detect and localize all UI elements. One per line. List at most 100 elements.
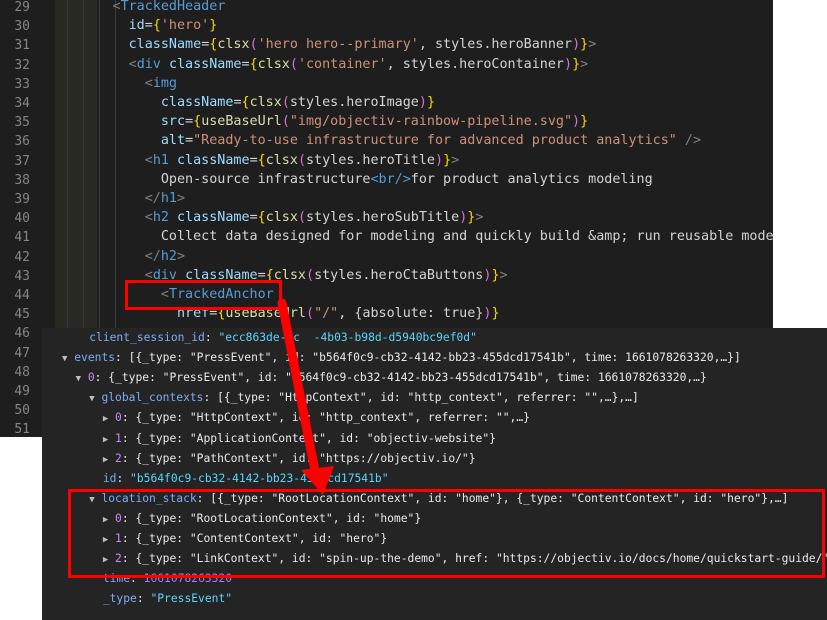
line-number: 36 — [14, 134, 30, 150]
property-value: {_type: "ApplicationContext", id: "objec… — [135, 431, 496, 445]
code-token-ref: styles.heroBanner — [435, 37, 573, 53]
code-token-pre — [48, 191, 145, 206]
code-token-attr: className — [160, 95, 234, 110]
line-number: 46 — [14, 326, 30, 342]
code-token-fn: clsx — [249, 95, 282, 110]
code-token-pre — [48, 210, 145, 225]
property-separator: : — [136, 592, 151, 606]
property-value: "PressEvent" — [150, 592, 233, 606]
tree-node-expandable[interactable]: ▼ 0: {_type: "PressEvent", id: "b564f0c9… — [62, 368, 707, 388]
code-token-tag: h2 — [152, 210, 169, 226]
expand-triangle-icon[interactable]: ▶ — [103, 435, 108, 445]
property-key: global_contexts — [101, 391, 204, 405]
code-token-rb: } — [443, 152, 452, 168]
code-token-lb: { — [257, 152, 266, 168]
code-token-eq: = — [249, 152, 258, 168]
expand-triangle-icon[interactable]: ▶ — [103, 455, 108, 465]
collapse-triangle-icon[interactable]: ▼ — [89, 394, 94, 404]
code-token-comma: , — [386, 56, 403, 72]
code-token-close: > — [451, 152, 460, 168]
property-key: 2 — [115, 451, 122, 465]
code-token-pre — [48, 57, 129, 72]
code-token-p1: ( — [306, 267, 315, 283]
tree-node-expandable[interactable]: ▼ events: [{_type: "PressEvent", id: "b5… — [62, 348, 741, 368]
property-value: "ecc863de-9c -4b03-b98d-d5940bc9ef0d" — [218, 331, 477, 344]
code-line[interactable]: className={clsx(styles.heroImage)} — [48, 93, 435, 112]
code-token-p1: ( — [281, 95, 290, 110]
code-line[interactable]: <img — [48, 74, 177, 93]
code-token-pre — [48, 249, 145, 264]
code-line[interactable]: alt="Ready-to-use infrastructure for adv… — [48, 131, 701, 150]
code-token-tag-open: < — [144, 75, 153, 91]
code-line[interactable]: src={useBaseUrl("img/objectiv-rainbow-pi… — [48, 112, 588, 131]
property-key: _type — [102, 592, 137, 606]
code-token-tag: h1 — [160, 191, 177, 206]
line-number: 29 — [14, 0, 30, 15]
code-token-eq: = — [249, 210, 258, 226]
code-token-rb: } — [491, 267, 500, 283]
code-token-ref: styles.heroCtaButtons — [314, 267, 484, 283]
property-separator: : — [115, 351, 129, 365]
property-value: "b564f0c9-cb32-4142-bb23-455dcd17541b" — [130, 471, 389, 485]
code-token-attr: className — [128, 37, 202, 53]
code-line[interactable]: </h2> — [48, 247, 185, 266]
code-line[interactable]: Collect data designed for modeling and q… — [48, 227, 773, 246]
collapse-triangle-icon[interactable]: ▼ — [62, 354, 67, 364]
code-line[interactable]: </h1> — [48, 189, 185, 208]
code-token-str: "/" — [314, 306, 339, 322]
code-token-p2: ) — [564, 56, 573, 72]
expand-triangle-icon[interactable]: ▶ — [103, 414, 108, 424]
property-value: {_type: "HttpContext", id: "http_context… — [135, 411, 530, 425]
tracked-anchor-highlight-box — [125, 280, 282, 310]
code-token-pre — [48, 114, 161, 129]
line-number: 43 — [14, 268, 30, 284]
tree-node-leaf[interactable]: _type: "PressEvent" — [62, 589, 232, 609]
code-token-close: > — [588, 37, 597, 53]
line-number: 38 — [14, 172, 30, 188]
code-line[interactable]: <h1 className={clsx(styles.heroTitle)}> — [48, 151, 459, 170]
code-token-close: > — [475, 210, 484, 226]
code-token-p1: ( — [249, 37, 258, 53]
code-token-text: Collect data designed for modeling and q… — [160, 229, 773, 245]
line-number: 34 — [14, 96, 30, 111]
location-stack-highlight-box — [68, 489, 825, 578]
property-separator: : — [116, 471, 131, 485]
code-token-pre — [48, 37, 129, 52]
line-number: 32 — [14, 57, 30, 73]
line-number: 50 — [14, 403, 30, 419]
code-token-eq: = — [241, 56, 250, 72]
code-line[interactable]: id={'hero'} — [48, 16, 218, 35]
code-token-str: "Ready-to-use infrastructure for advance… — [193, 133, 677, 149]
tree-node-expandable[interactable]: ▶ 1: {_type: "ApplicationContext", id: "… — [62, 429, 496, 449]
code-token-rb: } — [209, 18, 218, 34]
code-token-eq: = — [144, 18, 153, 34]
code-line[interactable]: Open-source infrastructure<br/>for produ… — [48, 170, 653, 189]
tree-node-expandable[interactable]: ▼ global_contexts: [{_type: "HttpContext… — [62, 388, 639, 408]
code-token-ref: styles.heroContainer — [402, 56, 564, 72]
property-key: 0 — [87, 371, 95, 385]
tree-node-expandable[interactable]: ▶ 0: {_type: "HttpContext", id: "http_co… — [62, 408, 530, 428]
property-separator: : — [121, 431, 136, 445]
code-token-pre — [48, 172, 161, 187]
code-token-attr: className — [177, 152, 250, 168]
tree-node-leaf[interactable]: id: "b564f0c9-cb32-4142-bb23-455dcd17541… — [62, 469, 389, 489]
tree-node-expandable[interactable]: ▶ 2: {_type: "PathContext", id: "https:/… — [62, 449, 476, 469]
code-line[interactable]: <h2 className={clsx(styles.heroSubTitle)… — [48, 208, 484, 227]
line-number: 37 — [14, 153, 30, 169]
property-key: 0 — [115, 411, 122, 425]
code-line[interactable]: className={clsx('hero hero--primary', st… — [48, 35, 597, 54]
code-token-p2: ) — [435, 152, 444, 168]
property-key: events — [74, 351, 116, 365]
code-line[interactable]: <TrackedHeader — [48, 0, 226, 16]
code-token-tag-open: </ — [144, 191, 161, 206]
code-token-lb: { — [152, 18, 161, 34]
tree-node-leaf[interactable]: client_session_id: "ecc863de-9c -4b03-b9… — [62, 328, 477, 348]
code-token-p1: ( — [289, 56, 298, 72]
code-token-inner-tag: <br/> — [370, 171, 411, 187]
code-token-tag-open: < — [128, 56, 137, 72]
collapse-triangle-icon[interactable]: ▼ — [76, 374, 81, 384]
code-line[interactable]: <div className={clsx('container', styles… — [48, 55, 589, 74]
